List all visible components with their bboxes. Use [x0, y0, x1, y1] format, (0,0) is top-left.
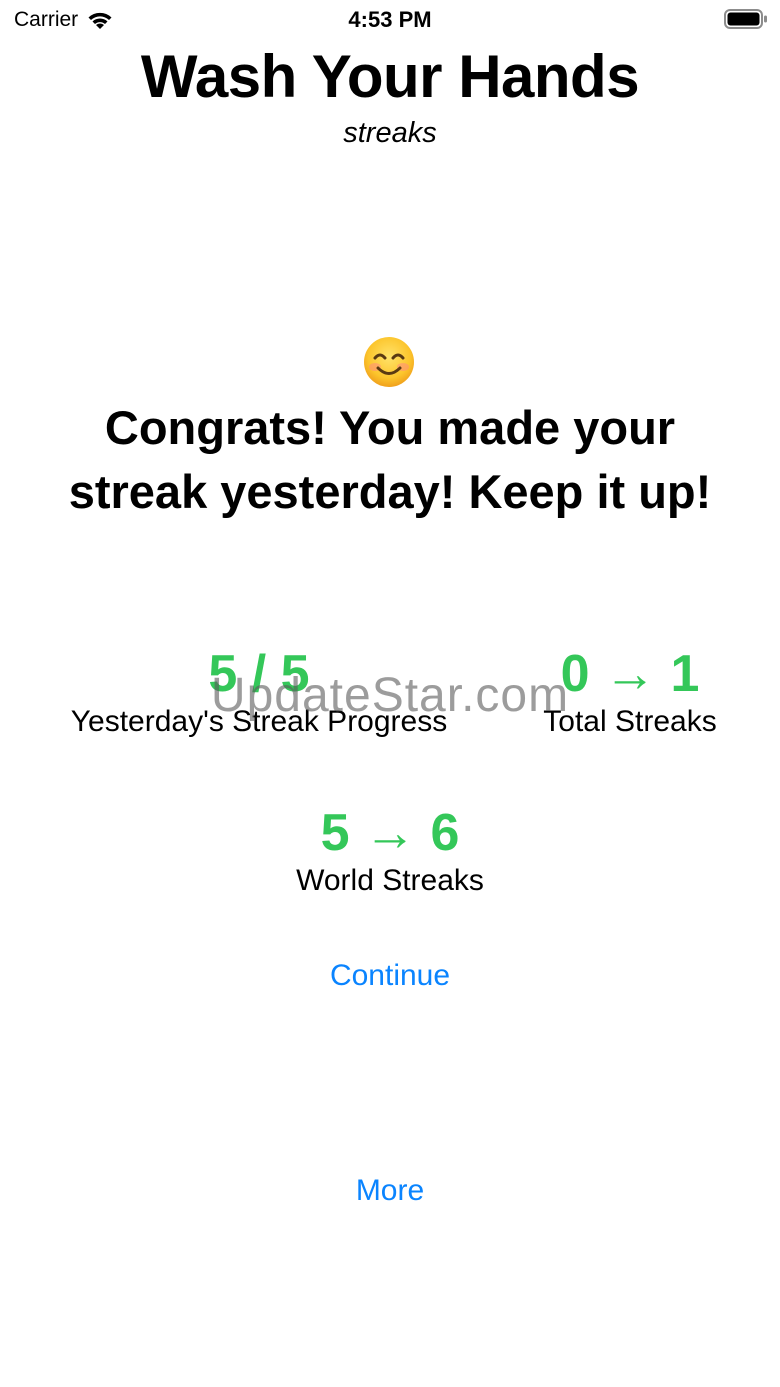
status-time: 4:53 PM [348, 7, 432, 32]
total-streaks-label: Total Streaks [543, 705, 717, 738]
total-streaks-value: 0 → 1 [560, 645, 700, 703]
world-streaks-label: World Streaks [296, 864, 484, 897]
status-bar: Carrier 4:53 PM [0, 0, 780, 40]
app-subtitle: streaks [343, 117, 437, 149]
battery-full-icon [724, 9, 768, 29]
app-title: Wash Your Hands [140, 43, 640, 110]
smiling-face-icon [363, 336, 415, 388]
continue-button[interactable]: Continue [0, 959, 780, 993]
more-button[interactable]: More [0, 1174, 780, 1208]
yesterday-progress-label: Yesterday's Streak Progress [70, 705, 448, 738]
yesterday-progress-value: 5 / 5 [208, 645, 310, 703]
congrats-message: Congrats! You made your streak yesterday… [68, 401, 712, 518]
total-streaks-stat: 0 → 1 Total Streaks [520, 644, 740, 740]
world-streaks-stat: 5 → 6 World Streaks [240, 803, 540, 899]
world-streaks-value: 5 → 6 [320, 804, 460, 862]
yesterday-streak-progress-stat: 5 / 5 Yesterday's Streak Progress [40, 644, 478, 740]
